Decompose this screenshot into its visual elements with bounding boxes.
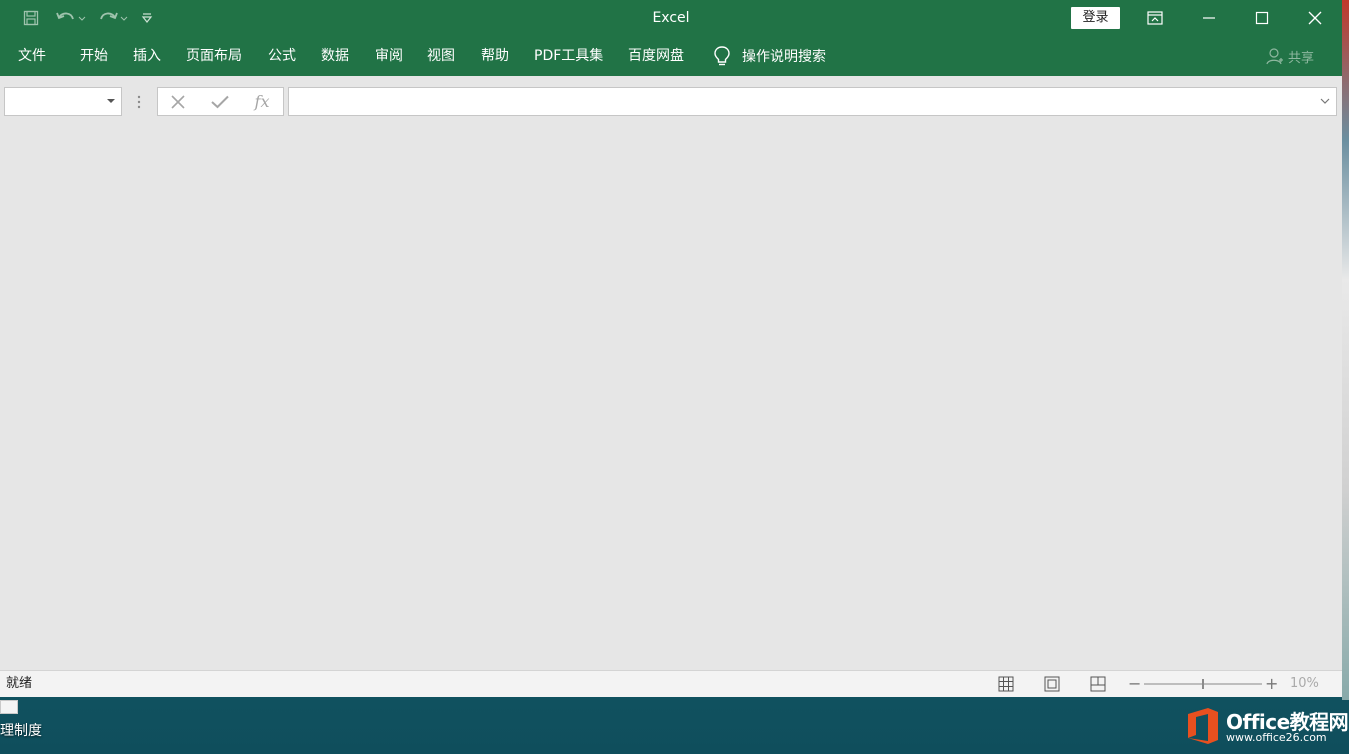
normal-view-icon (998, 676, 1014, 692)
minimize-button[interactable] (1184, 0, 1234, 36)
empty-workspace[interactable] (0, 126, 1342, 670)
ribbon-display-options-button[interactable] (1130, 0, 1180, 36)
status-ready: 就绪 (6, 676, 33, 691)
desktop-file[interactable]: 理制度 (0, 698, 80, 754)
enter-button[interactable] (200, 88, 240, 115)
more-options-icon[interactable] (136, 94, 142, 110)
checkmark-icon (211, 95, 229, 108)
zoom-slider[interactable] (1144, 679, 1262, 689)
close-button[interactable] (1290, 0, 1340, 36)
zoom-level[interactable]: 10% (1290, 671, 1319, 697)
page-layout-view-icon (1044, 676, 1060, 692)
formula-buttons: fx (157, 87, 284, 116)
redo-icon (100, 12, 128, 21)
ribbon-display-icon (1147, 11, 1163, 25)
zoom-in-button[interactable]: + (1265, 671, 1278, 697)
cancel-button[interactable] (158, 88, 198, 115)
share-label: 共享 (1288, 50, 1315, 66)
tell-me-label: 操作说明搜索 (742, 49, 826, 65)
ribbon-tabs: 文件 开始 插入 页面布局 公式 数据 审阅 视图 帮助 PDF工具集 百度网盘… (0, 36, 1342, 76)
insert-function-label: fx (254, 92, 270, 111)
redo-button[interactable] (96, 8, 130, 28)
tab-data[interactable]: 数据 (321, 36, 349, 76)
title-bar: Excel 登录 (0, 0, 1342, 36)
close-icon (1308, 11, 1322, 25)
tab-page-layout[interactable]: 页面布局 (186, 36, 242, 76)
customize-qat-button[interactable] (138, 8, 156, 28)
undo-icon (56, 12, 86, 21)
status-bar: 就绪 − + 10% (0, 670, 1342, 697)
expand-formula-bar-icon[interactable] (1320, 96, 1330, 106)
tab-help[interactable]: 帮助 (481, 36, 509, 76)
tab-formulas[interactable]: 公式 (268, 36, 296, 76)
customize-qat-icon (141, 13, 153, 23)
person-icon (1266, 48, 1283, 65)
cancel-icon (171, 94, 185, 109)
tab-review[interactable]: 审阅 (375, 36, 403, 76)
maximize-button[interactable] (1237, 0, 1287, 36)
zoom-slider-thumb[interactable] (1202, 679, 1204, 689)
normal-view-button[interactable] (996, 675, 1016, 693)
login-button[interactable]: 登录 (1071, 7, 1120, 29)
page-break-preview-icon (1090, 676, 1106, 692)
formula-area: fx (0, 76, 1342, 126)
tab-view[interactable]: 视图 (427, 36, 455, 76)
page-layout-view-button[interactable] (1042, 675, 1062, 693)
background-window-edge (1342, 0, 1349, 700)
formula-input[interactable] (288, 87, 1337, 116)
tab-insert[interactable]: 插入 (133, 36, 161, 76)
minimize-icon (1203, 17, 1215, 19)
save-button[interactable] (20, 8, 42, 28)
site-watermark: Office教程网 www.office26.com (1184, 704, 1349, 750)
watermark-site: www.office26.com (1226, 731, 1327, 744)
share-button[interactable]: 共享 (1266, 36, 1314, 76)
insert-function-button[interactable]: fx (242, 88, 282, 115)
office-logo-icon (1188, 708, 1218, 744)
tab-pdf-tools[interactable]: PDF工具集 (534, 36, 603, 76)
desktop-file-label: 理制度 (0, 723, 42, 739)
save-icon (23, 10, 39, 26)
undo-button[interactable] (54, 8, 88, 28)
name-box[interactable] (4, 87, 122, 116)
excel-window: Excel 登录 文件 开始 插入 页面布局 公式 数据 审阅 视图 帮助 PD… (0, 0, 1342, 697)
lightbulb-icon (714, 46, 730, 66)
tell-me-search[interactable]: 操作说明搜索 (712, 36, 826, 76)
tab-baidu-netdisk[interactable]: 百度网盘 (628, 36, 684, 76)
tab-file[interactable]: 文件 (18, 36, 46, 76)
maximize-icon (1255, 11, 1269, 25)
zoom-out-button[interactable]: − (1128, 671, 1141, 697)
chevron-down-icon[interactable] (107, 99, 115, 103)
tab-home[interactable]: 开始 (80, 36, 108, 76)
document-icon (0, 700, 18, 714)
page-break-preview-button[interactable] (1088, 675, 1108, 693)
